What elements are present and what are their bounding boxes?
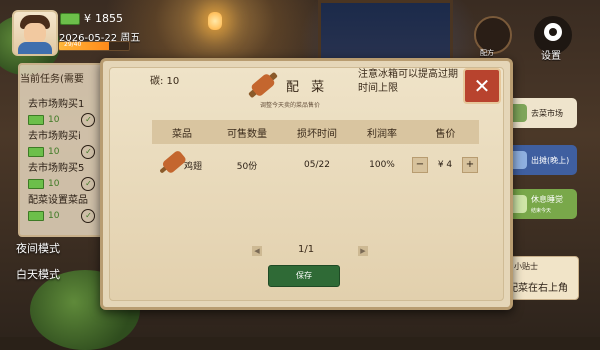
check-icon: ✓ [81,177,96,191]
price-minus-button[interactable]: − [412,157,428,173]
cash-icon [28,211,44,221]
price-plus-button[interactable]: + [462,157,478,173]
dish-name: 鸡翅 [184,161,203,172]
recipe-label: 配方 [480,49,494,57]
price-stepper: − ¥ 4 + [412,157,479,173]
save-button[interactable]: 保存 [268,265,340,287]
dialog-subtitle: 调整今天卖的菜品售价 [260,102,321,109]
player-avatar[interactable] [12,10,58,56]
chicken-wing-icon [159,156,179,174]
cash-icon [28,179,44,189]
next-page-icon[interactable]: ▶ [358,246,368,256]
charcoal-stock: 碳: 10 [150,76,180,87]
dish-margin: 100% [369,160,395,170]
sleep-button[interactable]: 休息睡觉 结束今天 [503,189,577,219]
tip-card: 小贴士 配菜在右上角 [503,256,579,300]
night-mode-button[interactable]: 夜间模式 [16,240,60,256]
cash-icon [28,115,44,125]
money-display: ¥1855 [60,12,123,25]
check-icon: ✓ [81,209,96,223]
dialog-note: 注意冰箱可以提高过期时间上限 [358,69,458,94]
page-indicator: 1/1 [298,244,315,255]
money-amount: 1855 [95,12,123,25]
open-stall-button[interactable]: 出摊(晚上) [503,145,577,175]
hanging-lamp [208,12,222,30]
price-value: ¥ 4 [437,160,453,170]
cash-icon [60,12,80,25]
dialog-title: 配 菜 [286,80,329,95]
table-header: 菜品 可售数量 损坏时间 利润率 售价 [152,120,479,144]
table-row: 鸡翅 50份 05/22 100% − ¥ 4 + [152,148,479,182]
day-mode-button[interactable]: 白天模式 [16,266,60,282]
check-icon: ✓ [81,113,96,127]
prev-page-icon[interactable]: ◀ [252,246,262,256]
go-market-button[interactable]: 去菜市场 [503,98,577,128]
dish-expire: 05/22 [304,160,330,170]
xp-text: 29/40 [64,41,82,48]
cash-icon [28,147,44,157]
close-button[interactable]: ✕ [463,68,501,104]
check-icon: ✓ [81,145,96,159]
task-panel-title: 当前任务(需要 [20,74,84,85]
settings-label: 设置 [541,51,561,62]
dish-qty: 50份 [236,161,258,172]
